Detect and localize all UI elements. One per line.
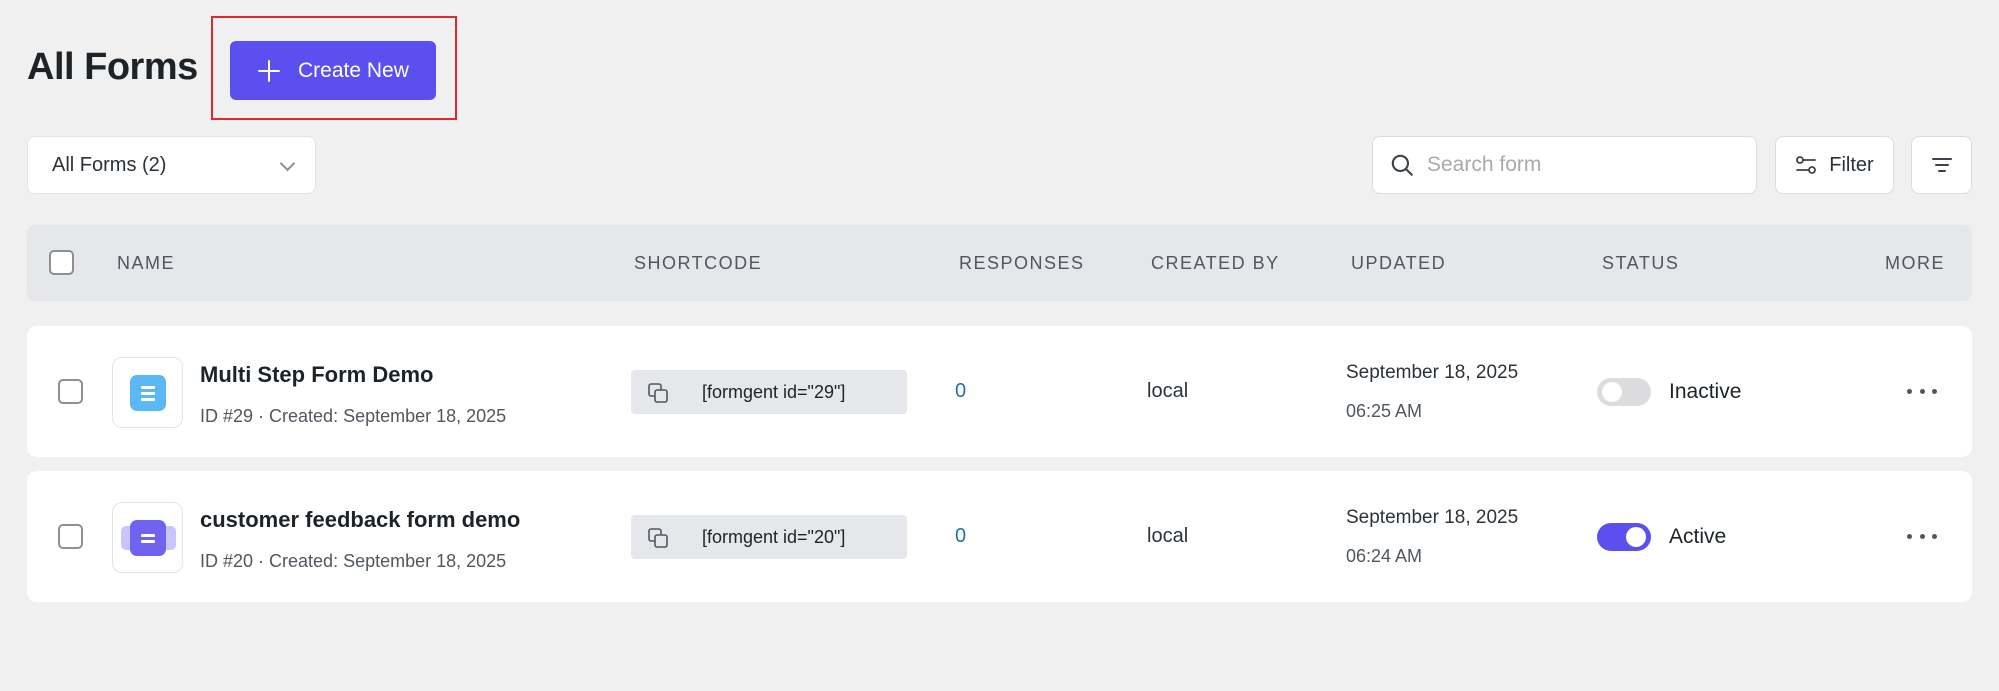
- table-header: NAME SHORTCODE RESPONSES CREATED BY UPDA…: [27, 225, 1972, 301]
- shortcode-box[interactable]: [formgent id="29"]: [631, 370, 907, 414]
- form-meta: ID #20 · Created: September 18, 2025: [200, 551, 507, 571]
- sliders-icon: [1796, 156, 1817, 174]
- search-input[interactable]: [1427, 153, 1727, 177]
- updated-time: 06:24 AM: [1346, 546, 1423, 566]
- sort-button[interactable]: [1911, 136, 1972, 194]
- status-label: Inactive: [1669, 380, 1742, 403]
- conversational-form-icon: [130, 520, 166, 556]
- column-header-status: STATUS: [1602, 253, 1680, 273]
- chevron-down-icon: [279, 155, 296, 172]
- filter-label: Filter: [1829, 153, 1874, 176]
- status-label: Active: [1669, 525, 1727, 548]
- status-toggle[interactable]: [1597, 378, 1651, 406]
- page-title: All Forms: [27, 45, 198, 88]
- shortcode-text: [formgent id="29"]: [702, 382, 846, 402]
- row-checkbox[interactable]: [58, 524, 83, 549]
- form-icon: [112, 357, 183, 428]
- column-header-responses[interactable]: RESPONSES: [959, 225, 1085, 301]
- shortcode-box[interactable]: [formgent id="20"]: [631, 515, 907, 559]
- forms-filter-dropdown[interactable]: All Forms (2): [27, 136, 316, 194]
- create-new-button[interactable]: Create New: [230, 41, 436, 100]
- search-box[interactable]: [1372, 136, 1757, 194]
- updated-date: September 18, 2025: [1346, 362, 1519, 383]
- form-meta: ID #29 · Created: September 18, 2025: [200, 406, 507, 426]
- column-header-more: MORE: [1885, 253, 1945, 273]
- column-header-created-by: CREATED BY: [1151, 253, 1280, 273]
- table-row: Multi Step Form Demo ID #29 · Created: S…: [27, 326, 1972, 457]
- sort-lines-icon: [1931, 158, 1952, 172]
- forms-filter-value: All Forms (2): [52, 153, 167, 176]
- page-header: All Forms: [27, 17, 198, 117]
- column-header-name[interactable]: NAME: [117, 225, 175, 301]
- form-icon: [112, 502, 183, 573]
- search-icon: [1391, 154, 1413, 176]
- copy-icon[interactable]: [647, 527, 669, 549]
- column-header-updated[interactable]: UPDATED: [1351, 225, 1446, 301]
- create-new-label: Create New: [298, 58, 409, 82]
- copy-icon[interactable]: [647, 382, 669, 404]
- shortcode-text: [formgent id="20"]: [702, 527, 846, 547]
- responses-count-link[interactable]: 0: [955, 326, 966, 457]
- updated-time: 06:25 AM: [1346, 401, 1423, 421]
- form-name-link[interactable]: customer feedback form demo: [200, 507, 520, 533]
- filter-button[interactable]: Filter: [1775, 136, 1894, 194]
- status-toggle[interactable]: [1597, 523, 1651, 551]
- table-row: customer feedback form demo ID #20 · Cre…: [27, 471, 1972, 602]
- row-checkbox[interactable]: [58, 379, 83, 404]
- more-options-icon[interactable]: [1907, 379, 1937, 403]
- form-name-link[interactable]: Multi Step Form Demo: [200, 362, 433, 388]
- created-by: local: [1147, 525, 1189, 547]
- responses-count-link[interactable]: 0: [955, 471, 966, 602]
- column-header-shortcode: SHORTCODE: [634, 253, 763, 273]
- document-icon: [130, 375, 166, 411]
- updated-date: September 18, 2025: [1346, 507, 1519, 528]
- select-all-checkbox[interactable]: [49, 250, 74, 275]
- created-by: local: [1147, 380, 1189, 402]
- more-options-icon[interactable]: [1907, 524, 1937, 548]
- plus-icon: [258, 59, 280, 82]
